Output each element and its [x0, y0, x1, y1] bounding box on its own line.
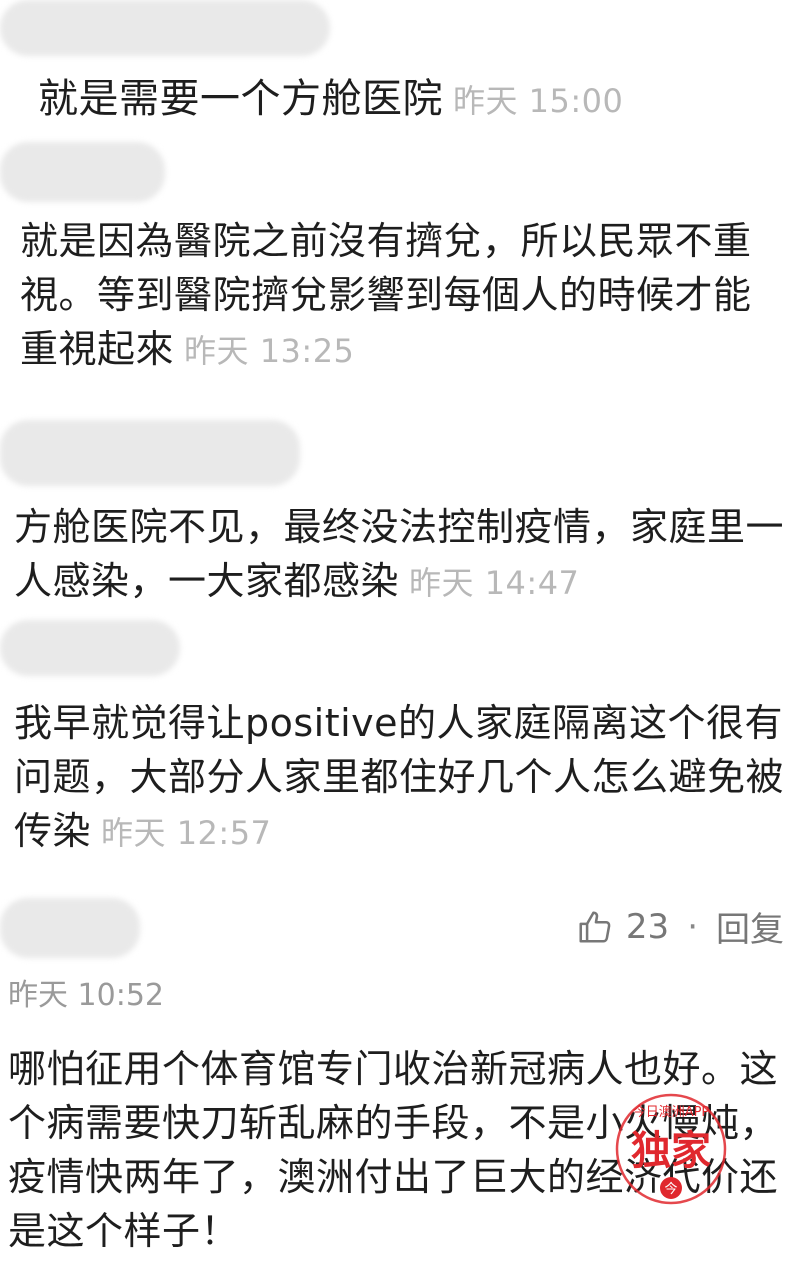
redacted-username — [0, 420, 300, 486]
like-button[interactable]: 23 — [576, 907, 669, 947]
reply-button[interactable]: 回复 — [716, 902, 784, 951]
comment-body: 就是因為醫院之前沒有擠兌，所以民眾不重視。等到醫院擠兌影響到每個人的時候才能重視… — [20, 219, 752, 371]
comment-text: 就是因為醫院之前沒有擠兌，所以民眾不重視。等到醫院擠兌影響到每個人的時候才能重視… — [20, 214, 786, 378]
comment-actions: 23 · 回复 — [576, 902, 784, 951]
comment-timestamp: 昨天 15:00 — [453, 82, 624, 120]
thumbs-up-icon — [579, 910, 611, 943]
like-count: 23 — [625, 906, 670, 947]
redacted-username — [0, 620, 180, 676]
comment-body: 哪怕征用个体育馆专门收治新冠病人也好。这个病需要快刀斩乱麻的手段，不是小火慢炖，… — [8, 1047, 779, 1253]
separator: · — [687, 906, 698, 947]
redacted-username — [0, 0, 330, 56]
comment-timestamp: 昨天 14:47 — [409, 564, 580, 602]
comment-text: 我早就觉得让positive的人家庭隔离这个很有问题，大部分人家里都住好几个人怎… — [14, 696, 786, 860]
comment-text: 哪怕征用个体育馆专门收治新冠病人也好。这个病需要快刀斩乱麻的手段，不是小火慢炖，… — [8, 1042, 780, 1258]
comment-timestamp: 昨天 13:25 — [184, 332, 355, 370]
comment-timestamp: 昨天 10:52 — [8, 978, 164, 1013]
comment-body: 方舱医院不见，最终没法控制疫情，家庭里一人感染，一大家都感染 — [14, 505, 785, 603]
comment-text: 方舱医院不见，最终没法控制疫情，家庭里一人感染，一大家都感染 昨天 14:47 — [14, 500, 786, 610]
comment-timestamp: 昨天 12:57 — [101, 814, 272, 852]
redacted-username — [0, 142, 165, 202]
redacted-username — [0, 898, 140, 958]
comment-body: 就是需要一个方舱医院 — [38, 76, 443, 122]
comment-text: 就是需要一个方舱医院 昨天 15:00 — [38, 72, 786, 128]
